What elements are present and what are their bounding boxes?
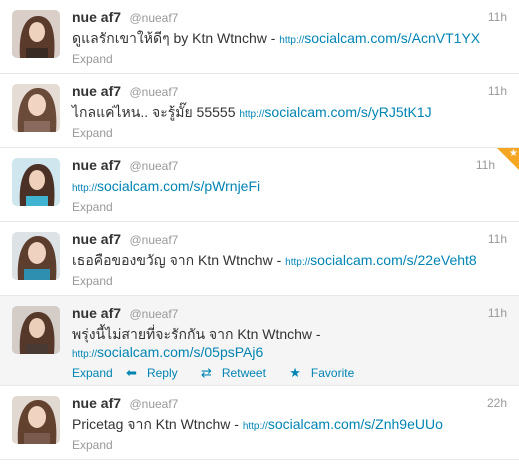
tweet-body: ไกลแค่ไหน.. จะรู้มั๊ย 55555 — [72, 104, 240, 120]
expand-link[interactable]: Expand — [72, 438, 113, 452]
tweet-item[interactable]: ★ nue af7 @nueaf7 11h http://socialcam.c… — [0, 148, 519, 222]
tweet-link-prefix[interactable]: http:// — [72, 349, 97, 360]
avatar[interactable] — [12, 232, 60, 280]
user-handle[interactable]: @nueaf7 — [129, 397, 178, 411]
tweet-link-prefix[interactable]: http:// — [243, 421, 268, 432]
timeline: nue af7 @nueaf7 11h ดูแลรักเขาให้ดีๆ by … — [0, 0, 519, 460]
tweet-link[interactable]: socialcam.com/s/AcnVT1YX — [304, 30, 480, 46]
tweet-text: พรุ่งนี้ไม่สายที่จะรักกัน จาก Ktn Wtnchw… — [72, 325, 499, 364]
tweet-item[interactable]: nue af7 @nueaf7 11h พรุ่งนี้ไม่สายที่จะร… — [0, 296, 519, 386]
user-handle[interactable]: @nueaf7 — [129, 233, 178, 247]
reply-icon: ⬅ — [126, 365, 137, 380]
user-name[interactable]: nue af7 — [72, 157, 121, 173]
avatar[interactable] — [12, 306, 60, 354]
tweet-actions: Expand — [72, 274, 123, 288]
user-name[interactable]: nue af7 — [72, 83, 121, 99]
star-icon: ★ — [509, 148, 518, 159]
expand-link[interactable]: Expand — [72, 126, 113, 140]
tweet-body: ดูแลรักเขาให้ดีๆ by Ktn Wtnchw - — [72, 30, 280, 46]
tweet-text: เธอคือของขวัญ จาก Ktn Wtnchw - http://so… — [72, 251, 499, 272]
tweet-actions: Expand — [72, 200, 123, 214]
tweet-header: nue af7 @nueaf7 11h — [72, 305, 507, 323]
user-name[interactable]: nue af7 — [72, 305, 121, 321]
tweet-link[interactable]: socialcam.com/s/pWrnjeFi — [97, 178, 260, 194]
tweet-actions: Expand — [72, 52, 123, 66]
tweet-actions: Expand ⬅ Reply ⇄ Retweet ★ Favorite — [72, 365, 374, 381]
tweet-header: nue af7 @nueaf7 11h — [72, 83, 507, 101]
tweet-link-prefix[interactable]: http:// — [285, 257, 310, 268]
timestamp[interactable]: 11h — [476, 158, 495, 172]
tweet-header: nue af7 @nueaf7 11h — [72, 9, 507, 27]
user-name[interactable]: nue af7 — [72, 231, 121, 247]
tweet-header: nue af7 @nueaf7 22h — [72, 395, 507, 413]
avatar[interactable] — [12, 396, 60, 444]
tweet-link-prefix[interactable]: http:// — [72, 183, 97, 194]
timestamp[interactable]: 11h — [488, 10, 507, 24]
timestamp[interactable]: 11h — [488, 232, 507, 246]
tweet-link[interactable]: socialcam.com/s/05psPAj6 — [97, 344, 263, 360]
expand-link[interactable]: Expand — [72, 366, 113, 380]
tweet-body: พรุ่งนี้ไม่สายที่จะรักกัน จาก Ktn Wtnchw… — [72, 326, 321, 342]
user-handle[interactable]: @nueaf7 — [129, 159, 178, 173]
star-icon: ★ — [289, 365, 301, 380]
retweet-label: Retweet — [221, 366, 266, 380]
tweet-text: Pricetag จาก Ktn Wtnchw - http://socialc… — [72, 415, 499, 436]
tweet-item[interactable]: nue af7 @nueaf7 22h Pricetag จาก Ktn Wtn… — [0, 386, 519, 460]
timestamp[interactable]: 11h — [488, 84, 507, 98]
user-handle[interactable]: @nueaf7 — [129, 307, 178, 321]
user-name[interactable]: nue af7 — [72, 395, 121, 411]
timestamp[interactable]: 11h — [488, 306, 507, 320]
retweet-icon: ⇄ — [200, 365, 212, 380]
tweet-item[interactable]: nue af7 @nueaf7 11h ไกลแค่ไหน.. จะรู้มั๊… — [0, 74, 519, 148]
tweet-header: nue af7 @nueaf7 11h — [72, 157, 507, 175]
timestamp[interactable]: 22h — [487, 396, 507, 410]
expand-link[interactable]: Expand — [72, 200, 113, 214]
tweet-item[interactable]: nue af7 @nueaf7 11h ดูแลรักเขาให้ดีๆ by … — [0, 0, 519, 74]
retweet-button[interactable]: ⇄ Retweet — [200, 365, 276, 380]
expand-link[interactable]: Expand — [72, 52, 113, 66]
tweet-body: เธอคือของขวัญ จาก Ktn Wtnchw - — [72, 252, 286, 268]
reply-button[interactable]: ⬅ Reply — [126, 365, 188, 380]
user-handle[interactable]: @nueaf7 — [129, 11, 178, 25]
tweet-link-prefix[interactable]: http:// — [239, 109, 264, 120]
tweet-body: Pricetag จาก Ktn Wtnchw - — [72, 416, 243, 432]
favorite-label: Favorite — [310, 366, 355, 380]
tweet-text: ไกลแค่ไหน.. จะรู้มั๊ย 55555 http://socia… — [72, 103, 499, 124]
tweet-link[interactable]: socialcam.com/s/22eVeht8 — [310, 252, 477, 268]
tweet-link[interactable]: socialcam.com/s/Znh9eUUo — [268, 416, 443, 432]
reply-label: Reply — [146, 366, 178, 380]
tweet-link-prefix[interactable]: http:// — [279, 35, 304, 46]
favorite-button[interactable]: ★ Favorite — [289, 365, 364, 380]
avatar[interactable] — [12, 10, 60, 58]
tweet-link[interactable]: socialcam.com/s/yRJ5tK1J — [264, 104, 431, 120]
tweet-header: nue af7 @nueaf7 11h — [72, 231, 507, 249]
expand-link[interactable]: Expand — [72, 274, 113, 288]
user-name[interactable]: nue af7 — [72, 9, 121, 25]
tweet-actions: Expand — [72, 126, 123, 140]
tweet-item[interactable]: nue af7 @nueaf7 11h เธอคือของขวัญ จาก Kt… — [0, 222, 519, 296]
tweet-text: http://socialcam.com/s/pWrnjeFi — [72, 177, 499, 198]
avatar[interactable] — [12, 158, 60, 206]
tweet-actions: Expand — [72, 438, 123, 452]
tweet-text: ดูแลรักเขาให้ดีๆ by Ktn Wtnchw - http://… — [72, 29, 499, 50]
user-handle[interactable]: @nueaf7 — [129, 85, 178, 99]
avatar[interactable] — [12, 84, 60, 132]
